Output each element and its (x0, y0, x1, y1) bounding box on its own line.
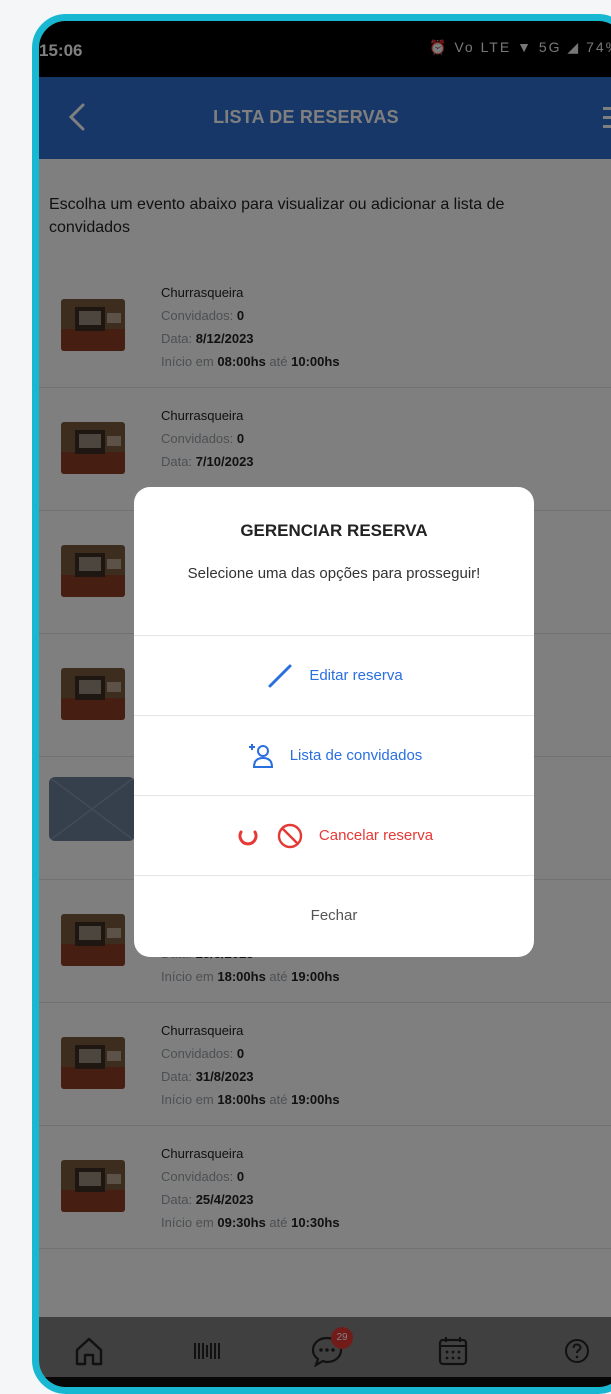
edit-reservation-button[interactable]: Editar reserva (134, 635, 534, 715)
guest-list-button[interactable]: Lista de convidados (134, 715, 534, 795)
guest-list-label: Lista de convidados (289, 747, 423, 764)
close-dialog-label: Fechar (310, 907, 358, 924)
add-user-icon (248, 743, 273, 768)
cancel-reservation-label: Cancelar reserva (318, 827, 434, 844)
edit-reservation-label: Editar reserva (309, 667, 403, 684)
close-dialog-button[interactable]: Fechar (134, 875, 534, 955)
dialog-description: Selecione uma das opções para prosseguir… (187, 565, 481, 582)
dialog-title: GERENCIAR RESERVA (240, 521, 428, 540)
pencil-icon (268, 664, 292, 687)
block-icon (277, 823, 303, 848)
phone-frame: 15:06 ⏰ Vo LTE ▼ 5G ◢ 74% LISTA DE RESER… (32, 14, 611, 1394)
manage-reservation-dialog: GERENCIAR RESERVA Selecione uma das opçõ… (134, 487, 534, 957)
screen: 15:06 ⏰ Vo LTE ▼ 5G ◢ 74% LISTA DE RESER… (39, 21, 611, 1387)
loading-spinner-icon (238, 830, 258, 845)
cancel-reservation-button[interactable]: Cancelar reserva (134, 795, 534, 875)
